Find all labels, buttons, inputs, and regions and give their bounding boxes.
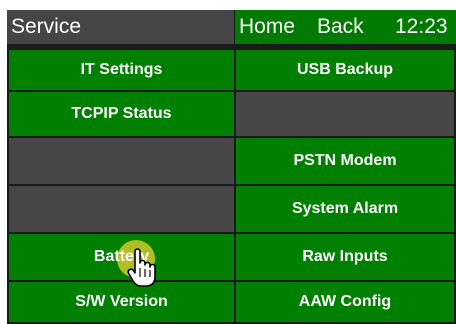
home-button[interactable]: Home: [239, 10, 295, 44]
raw-inputs-label: Raw Inputs: [302, 248, 388, 265]
page-title: Service: [7, 10, 234, 44]
clock-display: 12:23: [395, 15, 448, 38]
raw-inputs-button[interactable]: Raw Inputs: [234, 232, 456, 282]
battery-button[interactable]: Battery: [7, 232, 236, 282]
it-settings-button[interactable]: IT Settings: [7, 48, 236, 92]
sw-version-button[interactable]: S/W Version: [7, 280, 236, 324]
service-screen: Service Home Back 12:23 IT Settings USB …: [7, 10, 456, 324]
empty-slot: [7, 136, 236, 186]
pstn-modem-label: PSTN Modem: [293, 152, 397, 169]
system-alarm-button[interactable]: System Alarm: [234, 184, 456, 234]
usb-backup-label: USB Backup: [296, 61, 394, 78]
tcpip-status-button[interactable]: TCPIP Status: [7, 90, 236, 138]
it-settings-label: IT Settings: [80, 61, 163, 78]
header-nav: Home Back 12:23: [235, 10, 456, 44]
empty-slot: [234, 90, 456, 138]
aaw-config-button[interactable]: AAW Config: [234, 280, 456, 324]
usb-backup-button[interactable]: USB Backup: [234, 48, 456, 92]
header-bar: Service Home Back 12:23: [7, 10, 456, 44]
back-button[interactable]: Back: [317, 10, 364, 44]
pstn-modem-button[interactable]: PSTN Modem: [234, 136, 456, 186]
empty-slot: [7, 184, 236, 234]
aaw-config-label: AAW Config: [298, 293, 392, 310]
sw-version-label: S/W Version: [75, 293, 168, 310]
tcpip-status-label: TCPIP Status: [71, 105, 172, 122]
hand-pointer-icon: [127, 248, 156, 287]
system-alarm-label: System Alarm: [291, 200, 399, 217]
